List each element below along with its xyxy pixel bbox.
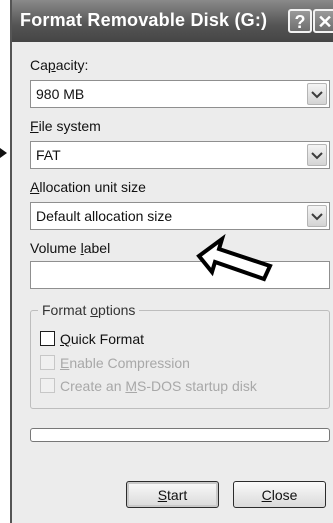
allocation-dropdown-button[interactable]: [307, 205, 327, 227]
file-system-label: File system: [30, 118, 101, 134]
allocation-unit-size-value: Default allocation size: [36, 208, 173, 224]
chevron-down-icon: [311, 91, 323, 99]
window-title: Format Removable Disk (G:): [20, 10, 268, 30]
capacity-value: 980 MB: [36, 86, 85, 102]
enable-compression-checkbox-box[interactable]: [40, 355, 55, 370]
capacity-label: Capacity:: [30, 57, 89, 73]
capacity-select[interactable]: 980 MB: [30, 80, 330, 108]
quick-format-label: Quick Format: [60, 331, 145, 347]
chevron-down-icon: [311, 213, 323, 221]
help-button[interactable]: ?: [288, 9, 312, 33]
title-bar[interactable]: Format Removable Disk (G:) ? ✕: [12, 0, 333, 42]
allocation-unit-size-label: Allocation unit size: [30, 179, 146, 195]
format-progress-bar: [30, 428, 330, 442]
close-button[interactable]: Close: [233, 481, 326, 508]
msdos-startup-disk-checkbox-box[interactable]: [40, 378, 55, 393]
annotation-arrow-icon: [196, 233, 273, 282]
help-icon: ?: [294, 12, 306, 32]
format-options-title: Format options: [38, 302, 140, 318]
file-system-select[interactable]: FAT: [30, 141, 330, 169]
quick-format-checkbox-box[interactable]: [40, 331, 55, 346]
volume-label-label: Volume label: [30, 240, 111, 256]
close-window-button[interactable]: ✕: [313, 9, 333, 33]
file-system-value: FAT: [36, 147, 61, 163]
file-system-dropdown-button[interactable]: [307, 144, 327, 166]
left-edge-pointer-mark: [0, 148, 7, 158]
capacity-dropdown-button[interactable]: [307, 83, 327, 105]
allocation-unit-size-select[interactable]: Default allocation size: [30, 202, 330, 230]
chevron-down-icon: [311, 152, 323, 160]
format-dialog: Format Removable Disk (G:) ? ✕ Capacity:…: [10, 0, 333, 523]
msdos-startup-disk-label: Create an MS-DOS startup disk: [60, 378, 257, 394]
volume-label-input[interactable]: [30, 261, 330, 289]
close-icon: ✕: [317, 12, 333, 32]
start-button[interactable]: Start: [126, 481, 219, 508]
enable-compression-label: Enable Compression: [60, 355, 190, 371]
